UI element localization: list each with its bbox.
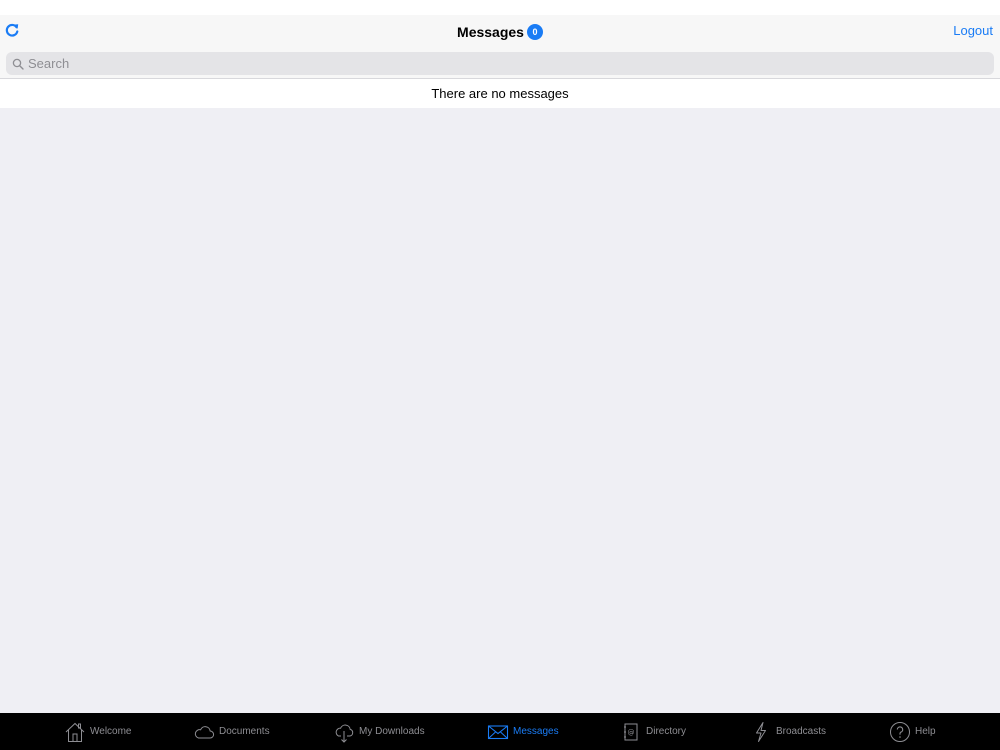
content-area <box>0 108 1000 713</box>
message-count-badge: 0 <box>526 24 543 40</box>
tab-directory[interactable]: @ Directory <box>620 713 686 750</box>
page-title: Messages <box>457 23 524 40</box>
empty-messages-row: There are no messages <box>0 79 1000 108</box>
cloud-download-icon <box>335 724 354 743</box>
search-bar <box>0 48 1000 79</box>
tab-messages[interactable]: Messages <box>487 713 559 750</box>
tab-label-documents: Documents <box>219 726 270 737</box>
tab-label-my-downloads: My Downloads <box>359 726 425 737</box>
search-box[interactable] <box>6 52 994 75</box>
refresh-button[interactable] <box>4 22 20 38</box>
envelope-icon <box>487 724 509 739</box>
svg-text:@: @ <box>628 728 635 736</box>
tab-label-messages: Messages <box>513 726 559 737</box>
home-icon <box>65 722 85 742</box>
tab-label-directory: Directory <box>646 726 687 737</box>
tab-broadcasts[interactable]: Broadcasts <box>750 713 826 750</box>
lightning-icon <box>756 721 766 742</box>
logout-button[interactable]: Logout <box>953 23 993 38</box>
tab-label-broadcasts: Broadcasts <box>776 726 827 737</box>
title-group: Messages 0 <box>0 15 1000 48</box>
empty-messages-text: There are no messages <box>431 86 569 101</box>
tab-bar: Welcome Documents My Downloads Messages <box>0 713 1000 750</box>
tab-documents[interactable]: Documents <box>193 713 270 750</box>
tab-label-welcome: Welcome <box>90 726 132 737</box>
help-icon <box>890 721 910 742</box>
search-icon <box>12 58 24 70</box>
tab-label-help: Help <box>915 726 936 737</box>
status-bar <box>0 0 1000 15</box>
address-book-icon: @ <box>624 723 638 740</box>
refresh-icon <box>5 23 19 37</box>
tab-help[interactable]: Help <box>889 713 936 750</box>
nav-bar: Messages 0 Logout <box>0 15 1000 48</box>
tab-my-downloads[interactable]: My Downloads <box>333 713 425 750</box>
cloud-icon <box>194 725 215 739</box>
tab-welcome[interactable]: Welcome <box>64 713 132 750</box>
search-input[interactable] <box>28 56 994 71</box>
